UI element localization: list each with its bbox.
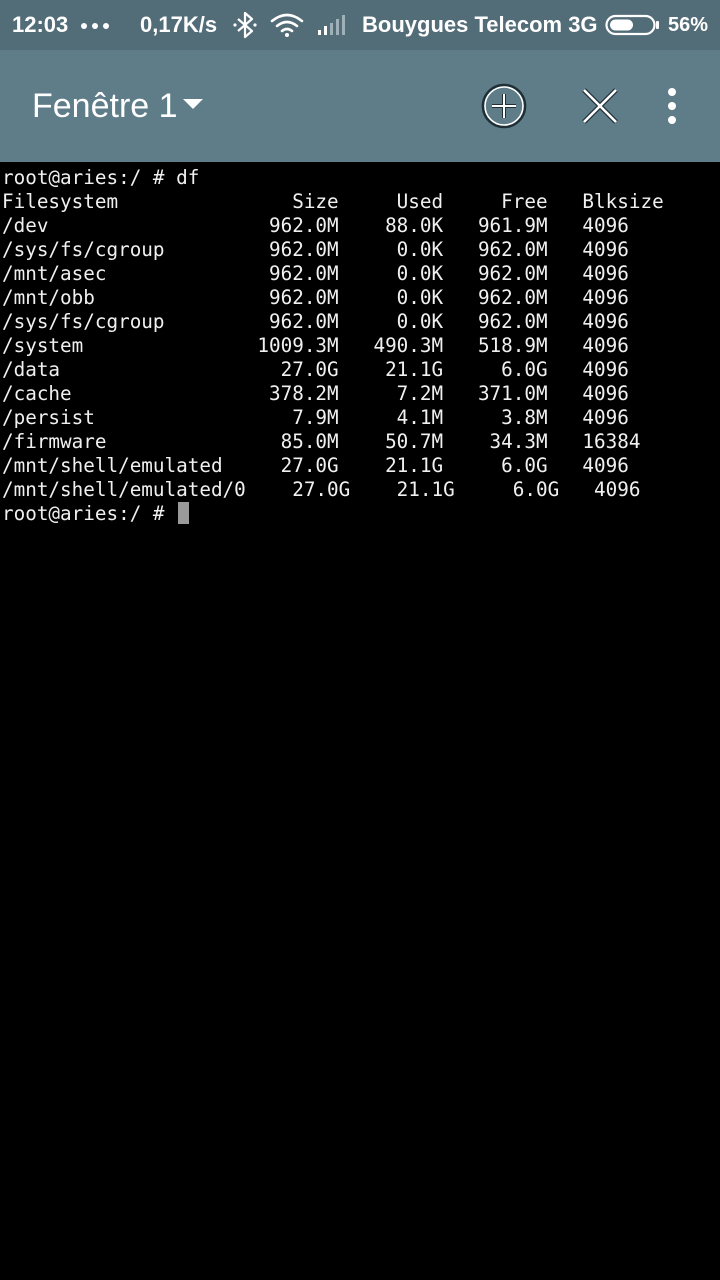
terminal-line: /mnt/asec 962.0M 0.0K 962.0M 4096 <box>2 262 629 285</box>
battery-percent: 56% <box>668 14 709 36</box>
terminal-prompt-line[interactable]: root@aries:/ # <box>2 502 190 526</box>
terminal-output[interactable]: root@aries:/ # df Filesystem Size Used F… <box>0 162 720 1280</box>
terminal-line: /sys/fs/cgroup 962.0M 0.0K 962.0M 4096 <box>2 238 629 261</box>
terminal-line: /persist 7.9M 4.1M 3.8M 4096 <box>2 406 629 429</box>
close-window-button[interactable] <box>572 78 628 134</box>
terminal-line: /sys/fs/cgroup 962.0M 0.0K 962.0M 4096 <box>2 310 629 333</box>
terminal-line: /system 1009.3M 490.3M 518.9M 4096 <box>2 334 629 357</box>
more-vert-icon <box>668 88 676 124</box>
terminal-prompt: root@aries:/ # <box>2 502 177 525</box>
terminal-line: root@aries:/ # df <box>2 166 200 189</box>
network-speed: 0,17K/s <box>140 12 218 37</box>
terminal-line: /dev 962.0M 88.0K 961.9M 4096 <box>2 214 629 237</box>
terminal-line: /cache 378.2M 7.2M 371.0M 4096 <box>2 382 629 405</box>
add-circle-icon <box>481 83 527 129</box>
dropdown-arrow-icon <box>182 99 203 109</box>
app-toolbar: Fenêtre 1 <box>0 50 720 162</box>
terminal-line: /firmware 85.0M 50.7M 34.3M 16384 <box>2 430 641 453</box>
add-window-button[interactable] <box>476 78 532 134</box>
terminal-line: /mnt/shell/emulated 27.0G 21.1G 6.0G 409… <box>2 454 629 477</box>
wifi-icon <box>270 13 304 37</box>
battery-icon <box>605 14 659 36</box>
bluetooth-icon <box>233 11 257 39</box>
more-dots-icon <box>81 23 109 29</box>
overflow-menu-button[interactable] <box>644 78 700 134</box>
terminal-line: /data 27.0G 21.1G 6.0G 4096 <box>2 358 629 381</box>
status-time: 12:03 <box>12 12 69 37</box>
text-cursor <box>178 502 190 524</box>
window-title: Fenêtre 1 <box>32 87 178 125</box>
terminal-line: Filesystem Size Used Free Blksize <box>2 190 664 213</box>
terminal-line: /mnt/obb 962.0M 0.0K 962.0M 4096 <box>2 286 629 309</box>
terminal-line: /mnt/shell/emulated/0 27.0G 21.1G 6.0G 4… <box>2 478 641 501</box>
close-icon <box>582 88 618 124</box>
signal-icon <box>318 15 345 35</box>
carrier-name: Bouygues Telecom 3G <box>362 12 598 37</box>
status-bar: 12:03 0,17K/s Bouygues Telecom 3G 56% <box>0 0 720 50</box>
window-selector[interactable]: Fenêtre 1 <box>32 84 204 128</box>
